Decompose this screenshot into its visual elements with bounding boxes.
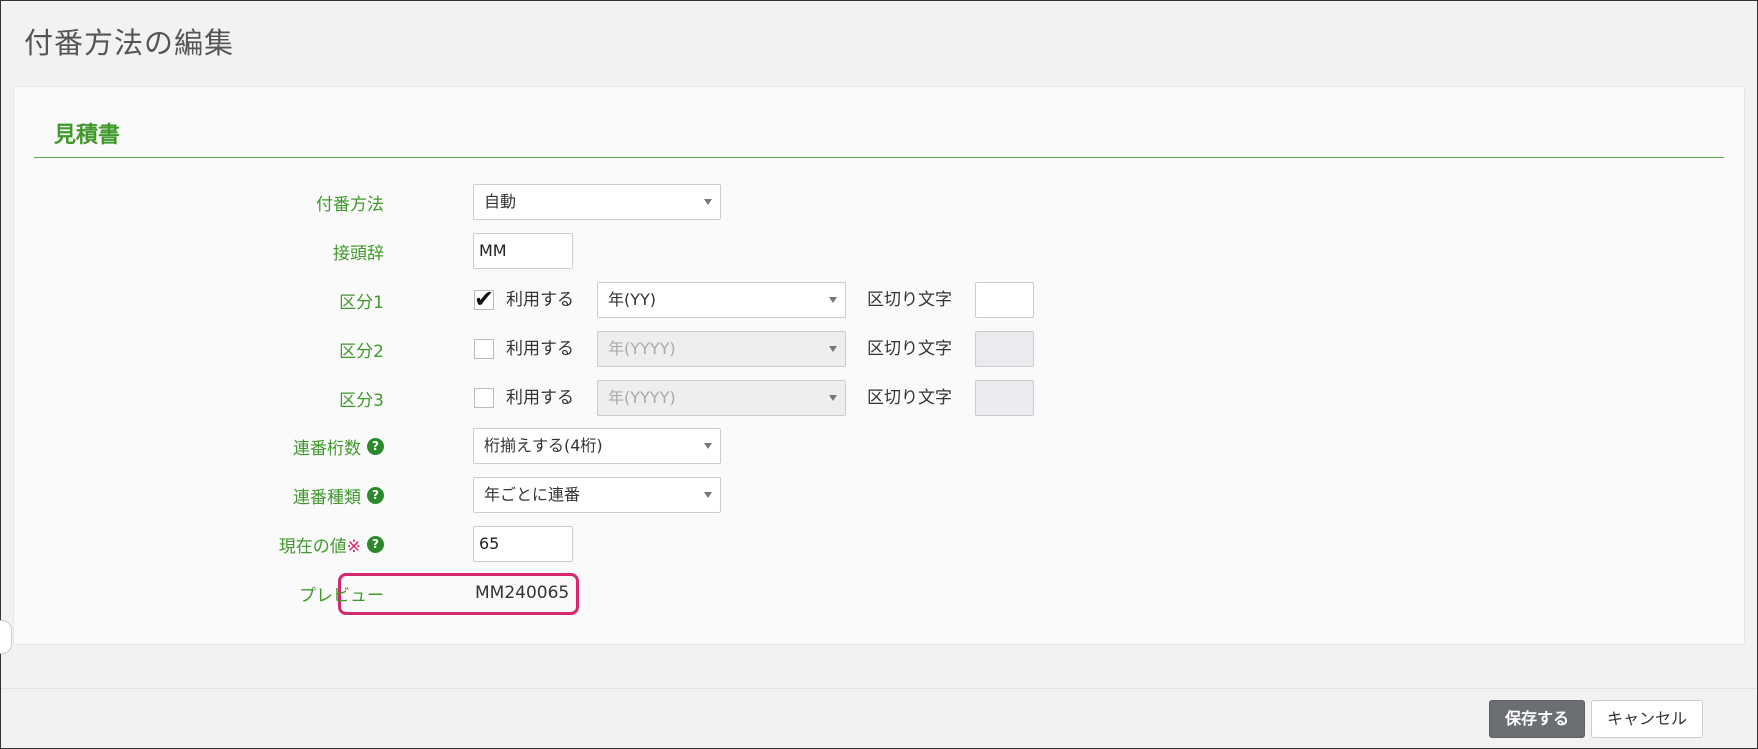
- dropdown-caret-icon: [704, 443, 712, 449]
- dropdown-caret-icon: [829, 297, 837, 303]
- current-value-label: 現在の値※ ?: [279, 526, 384, 562]
- numbering-method-label: 付番方法: [316, 194, 384, 215]
- segment2-use-checkbox[interactable]: [474, 339, 494, 359]
- segment3-use-label: 利用する: [506, 388, 574, 408]
- question-circle-icon[interactable]: ?: [367, 437, 384, 455]
- footer-divider: [1, 688, 1757, 689]
- numbering-method-select[interactable]: 自動: [473, 184, 721, 220]
- serial-type-select[interactable]: 年ごとに連番: [473, 477, 721, 513]
- required-mark: ※: [346, 536, 361, 557]
- question-circle-icon[interactable]: ?: [367, 535, 384, 553]
- segment1-label: 区分1: [339, 292, 384, 313]
- segment2-label: 区分2: [339, 341, 384, 362]
- segment2-use-label: 利用する: [506, 339, 574, 359]
- segment1-type-select[interactable]: 年(YY): [597, 282, 846, 318]
- dropdown-caret-icon: [829, 346, 837, 352]
- cancel-button[interactable]: キャンセル: [1591, 700, 1703, 738]
- question-circle-icon[interactable]: ?: [367, 486, 384, 504]
- section-divider: [34, 157, 1724, 158]
- dropdown-caret-icon: [829, 395, 837, 401]
- prefix-input[interactable]: MM: [473, 233, 573, 269]
- segment1-use-label: 利用する: [506, 290, 574, 310]
- prefix-label: 接頭辞: [333, 243, 384, 264]
- serial-digits-label: 連番桁数 ?: [293, 428, 384, 464]
- segment1-use-checkbox[interactable]: ✔: [474, 285, 494, 313]
- dropdown-caret-icon: [704, 199, 712, 205]
- serial-digits-select[interactable]: 桁揃えする(4桁): [473, 428, 721, 464]
- preview-label: プレビュー: [299, 585, 384, 606]
- segment3-use-checkbox[interactable]: [474, 388, 494, 408]
- save-button[interactable]: 保存する: [1489, 700, 1585, 738]
- segment2-type-select[interactable]: 年(YYYY): [597, 331, 846, 367]
- segment2-separator-input[interactable]: [975, 331, 1034, 367]
- segment2-separator-label: 区切り文字: [867, 339, 952, 359]
- section-title: 見積書: [54, 123, 121, 148]
- segment1-separator-label: 区切り文字: [867, 290, 952, 310]
- current-value-input[interactable]: 65: [473, 526, 573, 562]
- segment3-separator-input[interactable]: [975, 380, 1034, 416]
- preview-value: MM240065: [475, 583, 570, 603]
- page-title: 付番方法の編集: [24, 26, 235, 60]
- segment3-type-select[interactable]: 年(YYYY): [597, 380, 846, 416]
- checkmark-icon: ✔: [474, 285, 495, 313]
- serial-type-label: 連番種類 ?: [293, 477, 384, 513]
- side-collapse-handle[interactable]: [0, 620, 12, 654]
- segment3-separator-label: 区切り文字: [867, 388, 952, 408]
- dropdown-caret-icon: [704, 492, 712, 498]
- segment1-separator-input[interactable]: [975, 282, 1034, 318]
- segment3-label: 区分3: [339, 390, 384, 411]
